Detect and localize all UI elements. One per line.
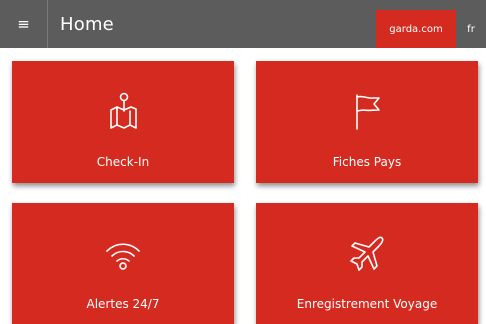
check-in-tile[interactable]: Check-In [12,61,234,183]
language-button[interactable]: fr [456,10,486,48]
page-title: Home [60,13,114,35]
hamburger-icon: ≡ [17,15,30,33]
app-root: ≡ Home garda.com fr Check-In Fiches Pays [0,0,486,324]
alertes-tile[interactable]: Alertes 24/7 [12,203,234,324]
flag-icon [256,91,478,131]
garda-link-button[interactable]: garda.com [376,10,456,48]
menu-button[interactable]: ≡ [0,0,48,48]
check-in-label: Check-In [96,155,150,169]
airplane-icon [256,233,478,273]
wifi-icon [12,233,234,273]
enregistrement-voyage-label: Enregistrement Voyage [296,297,438,311]
enregistrement-voyage-tile[interactable]: Enregistrement Voyage [256,203,478,324]
map-pin-icon [12,91,234,131]
alertes-label: Alertes 24/7 [86,297,160,311]
fiches-pays-label: Fiches Pays [332,155,402,169]
top-bar: ≡ Home garda.com fr [0,0,486,48]
fiches-pays-tile[interactable]: Fiches Pays [256,61,478,183]
